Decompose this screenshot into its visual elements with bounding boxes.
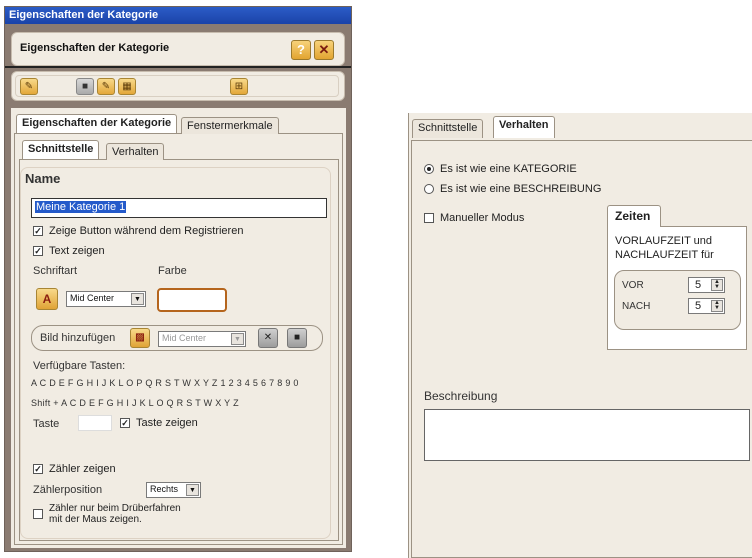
- spinner-arrows-icon: ▲ ▼: [711, 279, 723, 291]
- tab-schnittstelle-right[interactable]: Schnittstelle: [412, 119, 484, 138]
- schriftart-label: Schriftart: [33, 265, 78, 277]
- radio-kategorie[interactable]: Es ist wie eine KATEGORIE: [424, 163, 577, 175]
- taste-zeigen-label: Taste zeigen: [136, 417, 198, 429]
- tab-zeiten[interactable]: Zeiten: [607, 205, 661, 227]
- check-icon: ✓: [33, 246, 43, 256]
- help-icon: ?: [297, 42, 305, 57]
- zaehler-zeigen-checkbox[interactable]: ✓ Zähler zeigen: [33, 463, 116, 475]
- clear-icon: ■: [293, 332, 301, 343]
- check-icon: ✓: [120, 418, 130, 428]
- add-button[interactable]: ⊞: [230, 78, 248, 95]
- vor-value: 5: [695, 279, 702, 291]
- window-title: Eigenschaften der Kategorie: [5, 7, 351, 24]
- toolbar: ✎ ■ ✎ ▦ ⊞: [11, 71, 345, 101]
- tasten-list-1: A C D E F G H I J K L O P Q R S T W X Y …: [31, 378, 299, 388]
- header-title: Eigenschaften der Kategorie: [20, 42, 170, 54]
- radio-beschreibung[interactable]: Es ist wie eine BESCHREIBUNG: [424, 183, 601, 195]
- header-panel: Eigenschaften der Kategorie ? ✕: [11, 32, 345, 66]
- tab-schnittstelle[interactable]: Schnittstelle: [22, 140, 100, 159]
- font-button[interactable]: A: [36, 288, 58, 310]
- zeiten-text: VORLAUFZEIT und NACHLAUFZEIT für: [615, 234, 714, 262]
- chevron-down-icon: ▼: [131, 293, 144, 305]
- zaehler-zeigen-label: Zähler zeigen: [49, 463, 116, 475]
- square-button[interactable]: ■: [76, 78, 94, 95]
- manueller-modus-label: Manueller Modus: [440, 212, 525, 224]
- taste-zeigen-checkbox[interactable]: ✓ Taste zeigen: [120, 417, 198, 429]
- radio-kategorie-label: Es ist wie eine KATEGORIE: [440, 163, 577, 175]
- name-input[interactable]: Meine Kategorie 1: [31, 198, 327, 218]
- image-align-select[interactable]: Mid Center ▼: [158, 331, 246, 347]
- radio-beschreibung-label: Es ist wie eine BESCHREIBUNG: [440, 183, 602, 195]
- check-icon: ✓: [33, 464, 43, 474]
- tab-verhalten[interactable]: Verhalten: [106, 143, 165, 160]
- zaehlerposition-select[interactable]: Rechts ▼: [146, 482, 201, 498]
- tab-eigenschaften[interactable]: Eigenschaften der Kategorie: [16, 114, 178, 133]
- tasten-list-2: Shift + A C D E F G H I J K L O Q R S T …: [31, 398, 239, 408]
- nach-spinner[interactable]: 5 ▲ ▼: [688, 298, 725, 314]
- zaehlerposition-value: Rechts: [150, 484, 179, 494]
- grid-button[interactable]: ▦: [118, 78, 136, 95]
- header-divider: [5, 66, 351, 68]
- color-picker[interactable]: [157, 288, 227, 312]
- square-icon: ■: [81, 81, 89, 92]
- image-icon: ▨: [135, 332, 145, 343]
- beschreibung-textarea[interactable]: [424, 409, 750, 461]
- edit2-button[interactable]: ✎: [97, 78, 115, 95]
- chevron-down-icon: ▼: [186, 484, 199, 496]
- zaehler-hover-checkbox[interactable]: Zähler nur beim Drüberfahren mit der Maus…: [33, 503, 181, 525]
- edit2-icon: ✎: [101, 81, 111, 92]
- taste-label: Taste: [33, 418, 60, 430]
- name-heading: Name: [25, 171, 61, 186]
- add-icon: ⊞: [234, 81, 244, 92]
- zeiten-text-line1: VORLAUFZEIT und: [615, 235, 712, 247]
- zeige-button-checkbox[interactable]: ✓ Zeige Button während dem Registrieren: [33, 225, 243, 237]
- close-icon: ✕: [318, 42, 330, 57]
- text-zeigen-checkbox[interactable]: ✓ Text zeigen: [33, 245, 105, 257]
- tab-fenstermerkmale[interactable]: Fenstermerkmale: [181, 117, 279, 134]
- spinner-arrows-icon: ▲ ▼: [711, 300, 723, 312]
- checkbox-box: [424, 213, 434, 223]
- vor-label: VOR: [622, 280, 644, 291]
- zaehlerposition-label: Zählerposition: [33, 484, 103, 496]
- farbe-label: Farbe: [158, 265, 187, 277]
- taste-input[interactable]: [78, 415, 112, 431]
- radio-icon: [424, 184, 434, 194]
- bild-label: Bild hinzufügen: [40, 332, 116, 344]
- clear-button[interactable]: ■: [287, 328, 307, 348]
- edit-button[interactable]: ✎: [20, 78, 38, 95]
- remove-image-icon: ✕: [263, 332, 273, 343]
- remove-image-button[interactable]: ✕: [258, 328, 278, 348]
- tasten-heading: Verfügbare Tasten:: [33, 360, 126, 372]
- text-zeigen-label: Text zeigen: [49, 245, 105, 257]
- zeiten-text-line2: NACHLAUFZEIT für: [615, 249, 714, 261]
- help-button[interactable]: ?: [291, 40, 311, 60]
- check-icon: ✓: [33, 226, 43, 236]
- close-button[interactable]: ✕: [314, 40, 334, 60]
- nach-value: 5: [695, 300, 702, 312]
- edit-icon: ✎: [24, 81, 34, 92]
- zaehler-hover-label: Zähler nur beim Drüberfahren mit der Maus…: [49, 503, 181, 525]
- beschreibung-label: Beschreibung: [424, 389, 498, 403]
- image-button[interactable]: ▨: [130, 328, 150, 348]
- font-align-value: Mid Center: [70, 293, 115, 303]
- checkbox-box: [33, 509, 43, 519]
- zeige-button-label: Zeige Button während dem Registrieren: [49, 225, 244, 237]
- zaehler-hover-line1: Zähler nur beim Drüberfahren: [49, 503, 181, 514]
- manueller-modus-checkbox[interactable]: Manueller Modus: [424, 212, 524, 224]
- vor-spinner[interactable]: 5 ▲ ▼: [688, 277, 725, 293]
- image-align-value: Mid Center: [162, 333, 207, 343]
- name-value: Meine Kategorie 1: [35, 201, 127, 213]
- toolbar-inner: ✎ ■ ✎ ▦ ⊞: [15, 75, 339, 97]
- grid-icon: ▦: [122, 81, 132, 92]
- radio-selected-icon: [424, 164, 434, 174]
- nach-label: NACH: [622, 301, 651, 312]
- zaehler-hover-line2: mit der Maus zeigen.: [49, 514, 142, 525]
- tab-verhalten-right[interactable]: Verhalten: [493, 116, 555, 138]
- font-align-select[interactable]: Mid Center ▼: [66, 291, 146, 307]
- font-icon: A: [42, 292, 52, 306]
- chevron-down-icon: ▼: [231, 333, 244, 345]
